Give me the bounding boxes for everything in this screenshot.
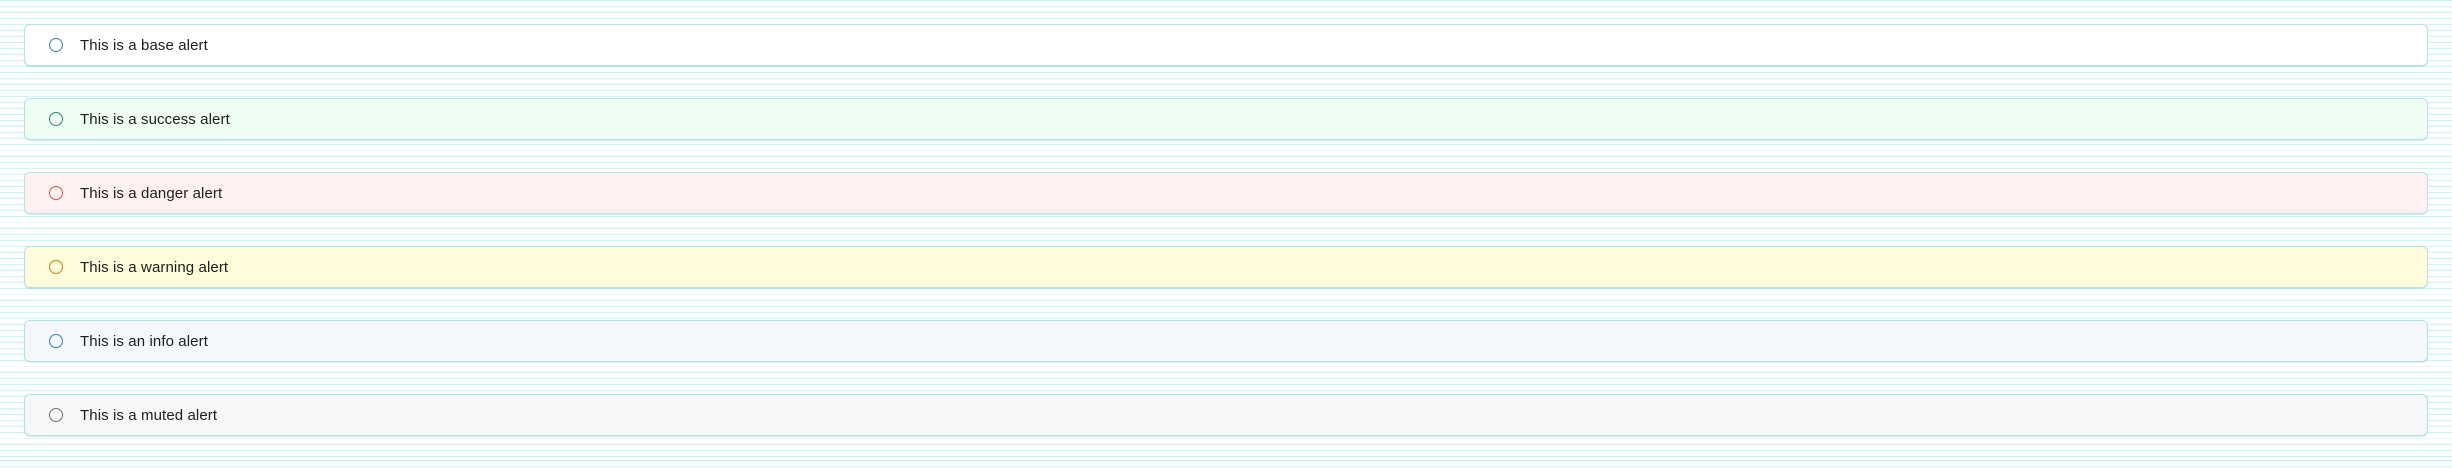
alert-list: This is a base alert This is a success a…	[24, 24, 2428, 468]
alert-text: This is a success alert	[80, 110, 230, 128]
alert-muted: This is a muted alert	[24, 394, 2428, 436]
circle-outline-icon	[49, 334, 63, 348]
alert-warning: This is a warning alert	[24, 246, 2428, 288]
alert-text: This is a muted alert	[80, 406, 218, 424]
alert-success: This is a success alert	[24, 98, 2428, 140]
alert-base: This is a base alert	[24, 24, 2428, 66]
circle-outline-icon	[49, 260, 63, 274]
circle-outline-icon	[49, 186, 63, 200]
alert-danger: This is a danger alert	[24, 172, 2428, 214]
alert-info: This is an info alert	[24, 320, 2428, 362]
alert-text: This is a danger alert	[80, 184, 223, 202]
circle-outline-icon	[49, 408, 63, 422]
circle-outline-icon	[49, 112, 63, 126]
alert-text: This is a base alert	[80, 36, 208, 54]
circle-outline-icon	[49, 38, 63, 52]
alert-text: This is a warning alert	[80, 258, 229, 276]
alert-text: This is an info alert	[80, 332, 208, 350]
